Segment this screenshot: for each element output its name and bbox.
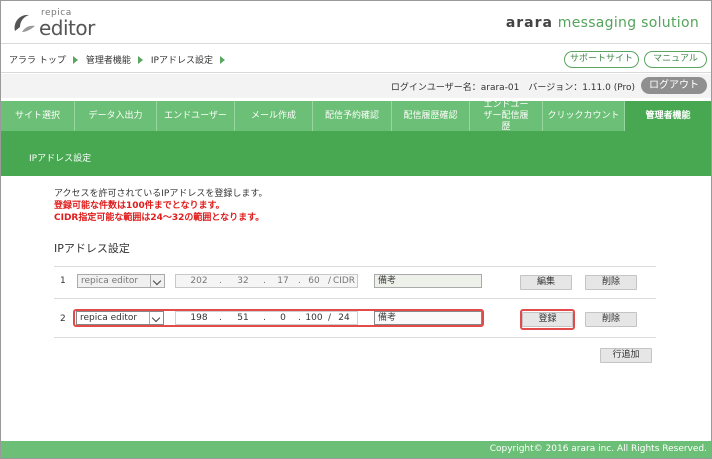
edit-button[interactable]: 編集 bbox=[520, 275, 572, 290]
register-button[interactable]: 登録 bbox=[522, 312, 573, 327]
divider bbox=[54, 266, 656, 267]
type-select-value: repica editor bbox=[81, 276, 139, 286]
nav-item-site-select[interactable]: サイト選択 bbox=[1, 101, 75, 131]
footer: Copyright© 2016 arara inc. All Rights Re… bbox=[1, 441, 711, 458]
desc-line-1: アクセスを許可されているIPアドレスを登録します。 bbox=[54, 189, 268, 199]
brand-rest: messaging solution bbox=[557, 15, 699, 31]
ip-dot: . bbox=[219, 313, 222, 323]
brand-text: arara messaging solution bbox=[506, 15, 699, 31]
desc-line-2: 登録可能な件数は100件までとなります。 bbox=[54, 201, 225, 211]
ip-octet-3: 17 bbox=[277, 276, 289, 286]
type-select[interactable]: repica editor bbox=[76, 311, 164, 325]
chevron-right-icon bbox=[219, 55, 225, 64]
breadcrumb-item-admin[interactable]: 管理者機能 bbox=[86, 53, 131, 66]
type-select[interactable]: repica editor bbox=[77, 274, 165, 288]
row-number: 2 bbox=[60, 314, 66, 324]
ip-octet-1[interactable]: 198 bbox=[180, 312, 218, 324]
breadcrumb-item-ip: IPアドレス設定 bbox=[150, 56, 213, 66]
delete-button[interactable]: 削除 bbox=[585, 312, 637, 327]
ip-slash: / bbox=[328, 276, 332, 286]
ip-dot: . bbox=[298, 276, 301, 286]
copyright: Copyright© 2016 arara inc. All Rights Re… bbox=[489, 444, 707, 454]
breadcrumb-item-top[interactable]: アララ トップ bbox=[9, 53, 66, 66]
banner-title: IPアドレス設定 bbox=[29, 154, 92, 164]
logo-big-text: editor bbox=[39, 16, 95, 40]
nav-item-admin[interactable]: 管理者機能 bbox=[625, 101, 711, 131]
ip-dot: . bbox=[263, 313, 266, 323]
delete-button[interactable]: 削除 bbox=[585, 275, 637, 290]
support-site-button[interactable]: サポートサイト bbox=[564, 51, 639, 68]
nav-item-click-count[interactable]: クリックカウント bbox=[543, 101, 625, 131]
brand-bold: arara bbox=[505, 15, 553, 31]
chevron-right-icon bbox=[72, 55, 78, 64]
ip-slash: / bbox=[328, 313, 332, 323]
add-row-button[interactable]: 行追加 bbox=[600, 348, 652, 363]
divider bbox=[54, 298, 656, 299]
chevron-down-icon bbox=[150, 275, 164, 287]
logout-button[interactable]: ログアウト bbox=[641, 77, 707, 94]
ip-octet-4: 60 bbox=[308, 276, 320, 286]
ip-octet-2[interactable]: 51 bbox=[224, 312, 262, 324]
chevron-down-icon bbox=[149, 312, 163, 324]
repica-logo-icon bbox=[14, 14, 35, 32]
ip-cidr: CIDR bbox=[332, 276, 356, 286]
ip-octet-3[interactable]: 0 bbox=[268, 312, 298, 324]
nav-item-data-io[interactable]: データ入出力 bbox=[75, 101, 157, 131]
description: アクセスを許可されているIPアドレスを登録します。 登録可能な件数は100件まで… bbox=[54, 188, 267, 224]
nav-item-delivery-schedule[interactable]: 配信予約確認 bbox=[313, 101, 392, 131]
main-nav: サイト選択 データ入出力 エンドユーザー メール作成 配信予約確認 配信履歴確認… bbox=[1, 100, 711, 132]
ip-octet-2: 32 bbox=[237, 276, 249, 286]
logo[interactable]: repica editor bbox=[11, 7, 121, 40]
breadcrumb-bar: アララ トップ 管理者機能 IPアドレス設定 サポートサイト マニュアル bbox=[1, 43, 711, 73]
manual-button[interactable]: マニュアル bbox=[644, 51, 707, 68]
chevron-right-icon bbox=[137, 55, 143, 64]
note-field[interactable]: 備考 bbox=[374, 311, 482, 325]
nav-item-mail-create[interactable]: メール作成 bbox=[235, 101, 313, 131]
login-info: ログインユーザー名：arara-01 バージョン：1.11.0 (Pro) bbox=[390, 83, 635, 93]
row-number: 1 bbox=[60, 276, 66, 286]
desc-line-3: CIDR指定可能な範囲は24〜32の範囲となります。 bbox=[54, 213, 265, 223]
ip-address-field: 202 . 32 . 17 . 60 / CIDR bbox=[175, 274, 358, 288]
nav-item-delivery-history[interactable]: 配信履歴確認 bbox=[392, 101, 470, 131]
header: repica editor arara messaging solution bbox=[1, 1, 711, 41]
breadcrumb: アララ トップ 管理者機能 IPアドレス設定 bbox=[9, 53, 233, 66]
note-field: 備考 bbox=[374, 274, 482, 288]
ip-dot: . bbox=[263, 276, 266, 286]
login-bar: ログインユーザー名：arara-01 バージョン：1.11.0 (Pro) ログ… bbox=[1, 74, 711, 98]
nav-item-end-user-history[interactable]: エンドユーザー配信履歴 bbox=[470, 100, 543, 132]
ip-address-field[interactable]: 198 . 51 . 0 . 100 / 24 bbox=[175, 311, 358, 325]
section-banner: IPアドレス設定 bbox=[1, 131, 711, 176]
ip-octet-1: 202 bbox=[190, 276, 208, 286]
nav-item-end-user[interactable]: エンドユーザー bbox=[157, 101, 235, 131]
ip-cidr[interactable]: 24 bbox=[332, 312, 356, 324]
section-title: IPアドレス設定 bbox=[54, 242, 130, 255]
type-select-value: repica editor bbox=[80, 313, 138, 323]
divider bbox=[54, 337, 656, 338]
ip-dot: . bbox=[298, 313, 301, 323]
ip-dot: . bbox=[219, 276, 222, 286]
ip-octet-4[interactable]: 100 bbox=[302, 312, 326, 324]
